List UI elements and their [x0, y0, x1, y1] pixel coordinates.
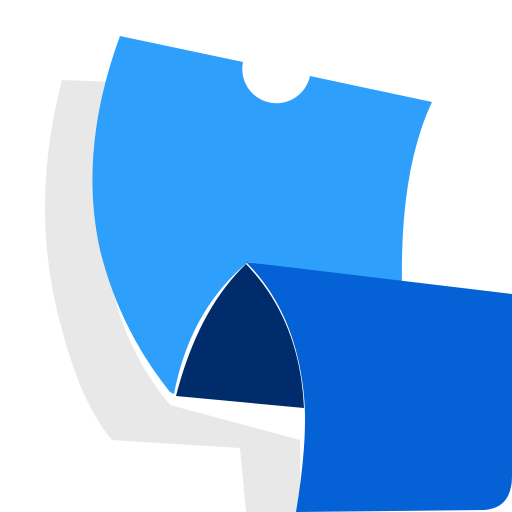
app-logo: [0, 0, 512, 512]
logo-graphic: [0, 0, 512, 512]
